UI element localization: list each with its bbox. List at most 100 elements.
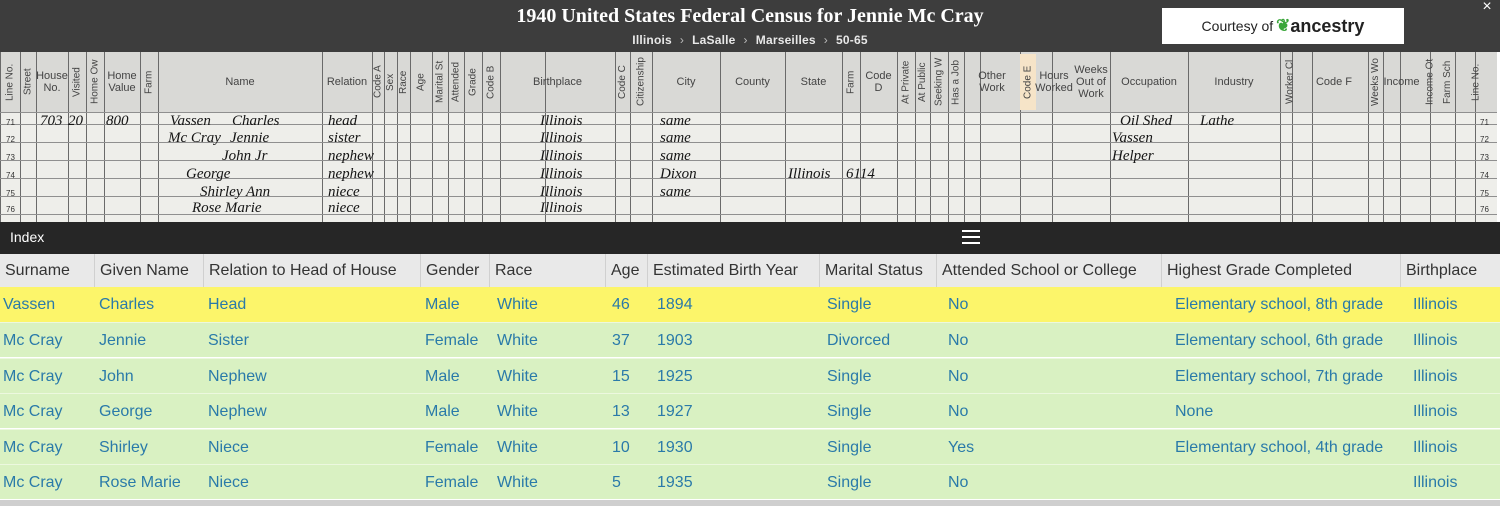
menu-icon[interactable] [962,230,980,246]
census-line-number: 72 [1480,135,1489,144]
cell-race: White [497,368,538,385]
index-bar: Index [0,222,1500,254]
census-header-label: Line No. [4,63,16,101]
cell-birthplace: Illinois [1413,368,1458,385]
cell-race: White [497,403,538,420]
breadcrumb-city[interactable]: Marseilles [756,33,816,47]
cell-marital-status: Divorced [827,332,891,349]
census-line-number: 72 [6,135,15,144]
column-header-surname[interactable]: Surname [0,254,94,287]
census-handwritten-entry: same [660,130,691,146]
census-handwritten-entry: Oil Shed [1120,113,1173,129]
census-header-label: State [800,76,827,88]
census-handwritten-entry: Illinois [540,113,583,129]
table-row[interactable]: Mc Cray Jennie Sister Female White 37 1903 Divo… [0,322,1500,357]
ancestry-leaf-icon: ❦ [1276,16,1291,35]
cell-birthplace: Illinois [1413,403,1458,420]
census-header-label: Occupation [1121,76,1177,88]
cell-birth-year: 1935 [657,474,693,491]
census-handwritten-entry: 6114 [846,166,875,182]
census-handwritten-entry: Lathe [1200,113,1235,129]
scrollbar-track[interactable] [0,500,1500,506]
census-header-label: Income Ot [1424,58,1436,106]
column-header-age[interactable]: Age [605,254,647,287]
census-handwritten-entry: Mc Cray [168,130,221,146]
column-header-gender[interactable]: Gender [420,254,489,287]
breadcrumb-state[interactable]: Illinois [632,33,672,47]
cell-surname: Mc Cray [3,368,63,385]
census-header-label: Code B [485,65,497,99]
census-header-label: House No. [36,70,68,94]
cell-given-name: Charles [99,296,155,313]
cell-race: White [497,439,538,456]
table-row[interactable]: Mc Cray Shirley Niece Female White 10 1930 Sing… [0,429,1500,464]
chevron-right-icon: › [743,33,748,47]
census-header-label: Code E [1020,54,1036,110]
census-line-number: 73 [6,153,15,162]
cell-birthplace: Illinois [1413,296,1458,313]
census-row-rule [0,142,1497,143]
census-handwritten-entry: Illinois [788,166,831,182]
census-header-label: Income [1383,76,1420,88]
census-line-number: 76 [1480,205,1489,214]
cell-surname: Mc Cray [3,474,63,491]
column-header-birth-year[interactable]: Estimated Birth Year [647,254,819,287]
column-header-highest-grade[interactable]: Highest Grade Completed [1161,254,1400,287]
cell-birth-year: 1930 [657,439,693,456]
cell-birth-year: 1903 [657,332,693,349]
cell-gender: Female [425,439,479,456]
cell-marital-status: Single [827,368,872,385]
census-handwritten-entry: Illinois [540,200,583,216]
column-header-birthplace[interactable]: Birthplace [1400,254,1500,287]
census-header-label: Code D [865,70,892,94]
chevron-right-icon: › [679,33,685,47]
census-header-label: Relation [326,76,368,88]
census-handwritten-entry: Illinois [540,130,583,146]
column-header-marital-status[interactable]: Marital Status [819,254,936,287]
cell-surname: Vassen [3,296,56,313]
cell-marital-status: Single [827,439,872,456]
census-handwritten-entry: nephew [328,148,374,164]
cell-attended-school: No [948,474,969,491]
census-header-label: Other Work [978,70,1006,94]
census-handwritten-entry: nephew [328,166,374,182]
census-handwritten-entry: Rose Marie [192,200,262,216]
census-header-label: Code F [1315,76,1353,88]
cell-relation: Sister [208,332,249,349]
breadcrumb-county[interactable]: LaSalle [692,33,735,47]
cell-attended-school: No [948,403,969,420]
column-header-attended-school[interactable]: Attended School or College [936,254,1161,287]
cell-relation: Nephew [208,403,267,420]
cell-highest-grade: Elementary school, 4th grade [1175,439,1384,456]
index-table-header: Surname Given Name Relation to Head of Hou… [0,254,1500,288]
cell-relation: Niece [208,439,249,456]
census-image[interactable]: Line No. Street House No. Visited Home Ow Hom… [0,52,1497,222]
cell-gender: Male [425,368,460,385]
cell-marital-status: Single [827,474,872,491]
close-icon[interactable]: × [1478,0,1496,16]
census-handwritten-entry: Jennie [230,130,270,146]
column-header-relation[interactable]: Relation to Head of House [203,254,420,287]
table-row[interactable]: Mc Cray John Nephew Male White 15 1925 Single No… [0,358,1500,393]
cell-race: White [497,296,538,313]
table-row[interactable]: Mc Cray George Nephew Male White 13 1927 Single… [0,393,1500,428]
census-line-number: 71 [6,118,15,127]
column-header-race[interactable]: Race [489,254,605,287]
table-row[interactable]: Mc Cray Rose Marie Niece Female White 5 1935 Si… [0,464,1500,499]
census-handwritten-entry: Illinois [540,148,583,164]
cell-gender: Female [425,332,479,349]
census-header-label: Visited [71,67,83,97]
census-header-label: Farm [845,70,857,94]
table-row-selected[interactable]: Vassen Charles Head Male White 46 1894 Single No… [0,287,1500,322]
census-header-label: Birthplace [533,76,582,88]
census-handwritten-entry: Illinois [540,166,583,182]
breadcrumb-district[interactable]: 50-65 [836,33,868,47]
cell-relation: Nephew [208,368,267,385]
cell-marital-status: Single [827,403,872,420]
cell-highest-grade: Elementary school, 6th grade [1175,332,1384,349]
cell-attended-school: No [948,296,969,313]
cell-given-name: John [99,368,134,385]
column-header-given-name[interactable]: Given Name [94,254,203,287]
census-line-number: 74 [6,171,15,180]
census-header-label: Race [398,70,409,94]
